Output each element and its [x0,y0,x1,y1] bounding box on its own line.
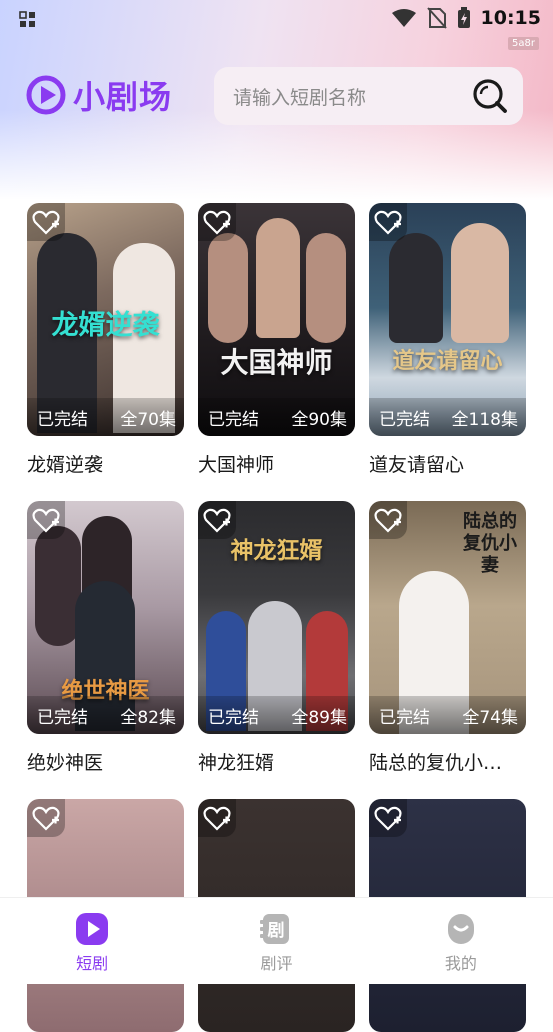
heart-plus-icon[interactable] [374,805,402,831]
drama-poster[interactable]: 大国神师 已完结 全90集 [198,203,355,436]
poster-title-art: 陆总的复仇小妻 [463,511,517,576]
profile-icon[interactable] [444,912,478,946]
drama-title[interactable]: 陆总的复仇小… [369,748,526,775]
tab-review[interactable]: 剧 剧评 [184,898,368,984]
status-time: 10:15 [480,7,541,29]
review-icon[interactable]: 剧 [259,912,293,946]
svg-text:剧: 剧 [268,921,285,941]
app-grid-icon [19,11,35,27]
heart-plus-icon[interactable] [203,209,231,235]
completion-status: 已完结 [37,409,88,430]
drama-card[interactable]: 道友请留心 已完结 全118集 道友请留心 [369,203,526,477]
drama-card[interactable]: 绝世神医 已完结 全82集 绝妙神医 [27,501,184,775]
drama-poster[interactable]: 龙婿逆袭 已完结 全70集 [27,203,184,436]
search-bar[interactable]: 请输入短剧名称 [214,67,523,125]
search-icon[interactable] [471,77,509,115]
search-placeholder[interactable]: 请输入短剧名称 [233,83,471,110]
tab-label: 我的 [444,954,477,973]
favorite-button[interactable] [369,203,407,241]
drama-title[interactable]: 道友请留心 [369,450,526,477]
drama-poster[interactable]: 神龙狂婿 已完结 全89集 [198,501,355,734]
drama-card[interactable]: 大国神师 已完结 全90集 大国神师 [198,203,355,477]
drama-poster[interactable]: 绝世神医 已完结 全82集 [27,501,184,734]
completion-status: 已完结 [37,707,88,728]
completion-status: 已完结 [379,409,430,430]
completion-status: 已完结 [208,707,259,728]
heart-plus-icon[interactable] [32,209,60,235]
poster-figure [208,233,248,343]
wifi-icon [391,9,416,27]
favorite-button[interactable] [27,501,65,539]
poster-figure [389,233,443,343]
heart-plus-icon[interactable] [32,805,60,831]
poster-figure [306,233,346,343]
favorite-button[interactable] [369,799,407,837]
favorite-button[interactable] [27,203,65,241]
episode-count: 全70集 [120,409,176,430]
bottom-nav: 短剧 剧 剧评 我的 [0,897,553,984]
episode-count: 全90集 [291,409,347,430]
app-name: 小剧场 [73,78,173,116]
poster-info-bar: 已完结 全74集 [369,696,526,734]
tab-short-drama[interactable]: 短剧 [0,898,184,984]
favorite-button[interactable] [198,501,236,539]
completion-status: 已完结 [208,409,259,430]
poster-info-bar: 已完结 全90集 [198,398,355,436]
battery-charging-icon [457,7,470,28]
no-sim-icon [426,7,447,29]
poster-title-art: 道友请留心 [392,348,503,374]
drama-card[interactable]: 陆总的复仇小妻 已完结 全74集 陆总的复仇小… [369,501,526,775]
debug-badge: 5a8r [508,37,539,50]
play-circle-icon [26,75,66,115]
heart-plus-icon[interactable] [374,507,402,533]
drama-card[interactable]: 龙婿逆袭 已完结 全70集 龙婿逆袭 [27,203,184,477]
favorite-button[interactable] [198,799,236,837]
poster-info-bar: 已完结 全82集 [27,696,184,734]
poster-info-bar: 已完结 全89集 [198,696,355,734]
poster-info-bar: 已完结 全70集 [27,398,184,436]
poster-title-art: 大国神师 [220,346,333,379]
favorite-button[interactable] [198,203,236,241]
poster-figure [256,218,300,338]
favorite-button[interactable] [27,799,65,837]
poster-figure [451,223,509,343]
heart-plus-icon[interactable] [32,507,60,533]
heart-plus-icon[interactable] [374,209,402,235]
play-icon[interactable] [75,912,109,946]
drama-poster[interactable]: 道友请留心 已完结 全118集 [369,203,526,436]
episode-count: 全82集 [120,707,176,728]
completion-status: 已完结 [379,707,430,728]
episode-count: 全89集 [291,707,347,728]
poster-title-art: 龙婿逆袭 [51,310,160,341]
episode-count: 全74集 [462,707,518,728]
tab-profile[interactable]: 我的 [369,898,553,984]
tab-label: 短剧 [76,954,109,973]
poster-info-bar: 已完结 全118集 [369,398,526,436]
drama-poster[interactable]: 陆总的复仇小妻 已完结 全74集 [369,501,526,734]
heart-plus-icon[interactable] [203,805,231,831]
drama-card[interactable]: 神龙狂婿 已完结 全89集 神龙狂婿 [198,501,355,775]
drama-title[interactable]: 大国神师 [198,450,355,477]
drama-title[interactable]: 神龙狂婿 [198,748,355,775]
drama-title[interactable]: 绝妙神医 [27,748,184,775]
drama-title[interactable]: 龙婿逆袭 [27,450,184,477]
favorite-button[interactable] [369,501,407,539]
tab-label: 剧评 [260,954,293,973]
episode-count: 全118集 [451,409,518,430]
heart-plus-icon[interactable] [203,507,231,533]
status-bar: 10:15 5a8r [0,0,553,50]
app-logo: 小剧场 [25,72,172,118]
